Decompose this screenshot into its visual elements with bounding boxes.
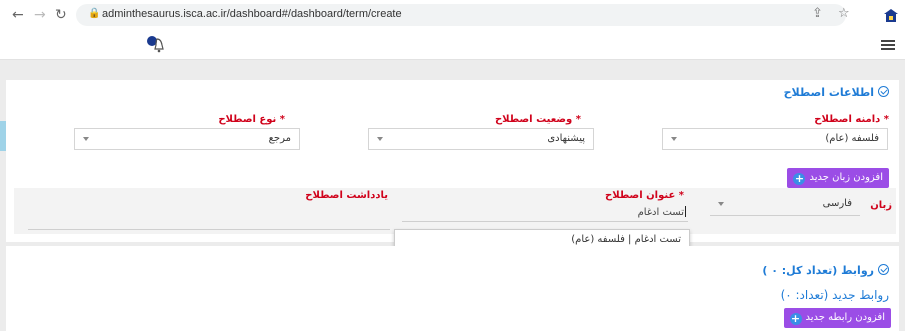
status-label: وضعیت اصطلاح * bbox=[494, 114, 581, 125]
browser-toolbar: ← → ↻ 🔒 adminthesaurus.isca.ac.ir/dashbo… bbox=[0, 0, 905, 30]
domain-select[interactable]: فلسفه (عام) bbox=[662, 128, 888, 150]
share-icon[interactable]: ⇪ bbox=[812, 6, 823, 22]
term-title-input[interactable]: تست ادغام bbox=[402, 204, 688, 222]
term-info-title: اطلاعات اصطلاح bbox=[784, 86, 889, 99]
extension-icon[interactable] bbox=[881, 5, 901, 25]
forward-arrow-icon[interactable]: → bbox=[34, 6, 46, 24]
check-circle-icon bbox=[878, 86, 889, 97]
language-row: زبان فارسی عنوان اصطلاح * تست ادغام یادد… bbox=[14, 188, 896, 234]
url-text[interactable]: adminthesaurus.isca.ac.ir/dashboard#/das… bbox=[102, 8, 402, 20]
domain-label: دامنه اصطلاح * bbox=[814, 114, 889, 125]
type-select[interactable]: مرجع bbox=[74, 128, 300, 150]
chevron-down-icon bbox=[671, 137, 677, 141]
language-label: زبان bbox=[870, 200, 892, 211]
back-arrow-icon[interactable]: ← bbox=[12, 6, 24, 24]
app-header bbox=[0, 30, 905, 60]
status-select[interactable]: پیشنهادی bbox=[368, 128, 594, 150]
term-info-card: اطلاعات اصطلاح دامنه اصطلاح * وضعیت اصطل… bbox=[6, 80, 899, 242]
note-label: یادداشت اصطلاح bbox=[305, 190, 388, 201]
relations-title: روابط (تعداد کل: ۰ ) bbox=[762, 264, 889, 277]
chevron-down-icon bbox=[718, 202, 724, 206]
language-select[interactable]: فارسی bbox=[710, 194, 860, 216]
address-bar[interactable]: 🔒 adminthesaurus.isca.ac.ir/dashboard#/d… bbox=[76, 4, 846, 26]
autocomplete-item[interactable]: تست ادغام | فلسفه (عام) bbox=[571, 234, 681, 245]
check-circle-icon bbox=[878, 264, 889, 275]
type-select-value: مرجع bbox=[268, 133, 291, 144]
status-select-value: پیشنهادی bbox=[547, 133, 585, 144]
term-title-label: عنوان اصطلاح * bbox=[605, 190, 684, 201]
plus-icon: + bbox=[789, 312, 802, 325]
page-background bbox=[0, 60, 905, 80]
chevron-down-icon bbox=[83, 137, 89, 141]
domain-select-value: فلسفه (عام) bbox=[825, 133, 879, 144]
relations-card: روابط (تعداد کل: ۰ ) روابط جدید (تعداد: … bbox=[6, 246, 899, 331]
reload-icon[interactable]: ↻ bbox=[55, 6, 67, 24]
star-icon[interactable]: ☆ bbox=[838, 6, 850, 22]
new-relations-title: روابط جدید (تعداد: ۰) bbox=[780, 288, 889, 302]
add-language-button[interactable]: + افزودن زبان جدید bbox=[787, 168, 889, 188]
plus-icon: + bbox=[793, 172, 806, 185]
type-label: نوع اصطلاح * bbox=[218, 114, 285, 125]
add-relation-button[interactable]: + افزودن رابطه جدید bbox=[783, 308, 891, 328]
term-title-value: تست ادغام bbox=[637, 206, 686, 218]
notification-bell-icon[interactable] bbox=[144, 32, 168, 56]
chevron-down-icon bbox=[377, 137, 383, 141]
language-select-value: فارسی bbox=[822, 198, 852, 209]
note-input[interactable] bbox=[28, 212, 390, 230]
hamburger-menu-icon[interactable] bbox=[881, 40, 895, 50]
lock-icon: 🔒 bbox=[88, 8, 101, 19]
